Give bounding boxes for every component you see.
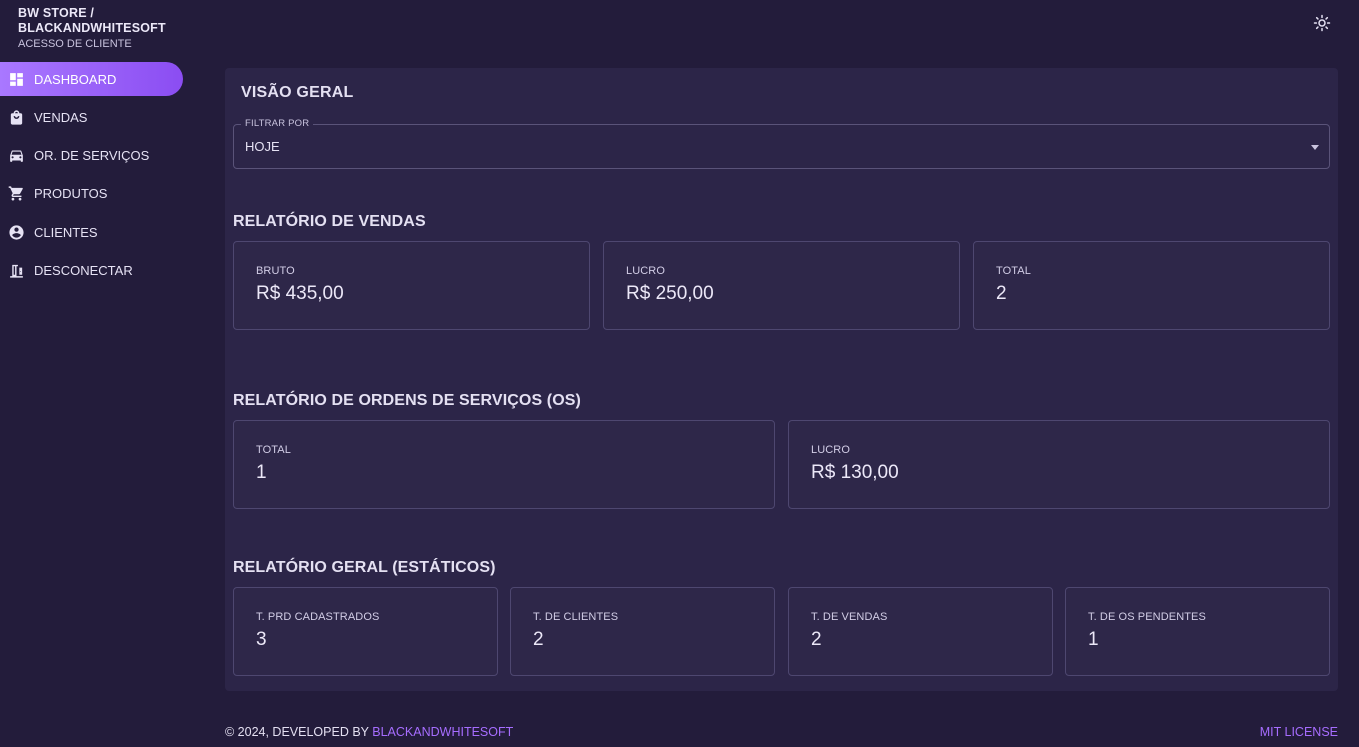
total-sales-card: T. DE VENDAS 2 <box>788 587 1053 676</box>
card-label: T. DE CLIENTES <box>533 611 619 623</box>
brightness-icon[interactable] <box>1313 14 1331 32</box>
sidebar-item-label: PRODUTOS <box>34 186 108 202</box>
brand-title: BW STORE / BLACKANDWHITESOFT <box>18 6 166 35</box>
sidebar-item-clientes[interactable]: CLIENTES <box>0 215 183 249</box>
page-title: VISÃO GERAL <box>241 84 354 101</box>
card-label: LUCRO <box>811 444 851 456</box>
sidebar-item-dashboard[interactable]: DASHBOARD <box>0 62 183 96</box>
brand-subtitle: ACESSO DE CLIENTE <box>18 38 132 50</box>
license-link[interactable]: MIT LICENSE <box>1260 725 1338 739</box>
door-exit-icon <box>8 262 25 279</box>
sales-total-card: TOTAL 2 <box>973 241 1330 330</box>
sales-report-title: RELATÓRIO DE VENDAS <box>233 213 426 230</box>
brand: BW STORE / BLACKANDWHITESOFT ACESSO DE C… <box>18 6 208 51</box>
card-value: 1 <box>1088 629 1099 650</box>
card-value: R$ 130,00 <box>811 462 899 483</box>
developer-link[interactable]: BLACKANDWHITESOFT <box>372 725 513 739</box>
registered-products-card: T. PRD CADASTRADOS 3 <box>233 587 498 676</box>
sidebar-item-label: VENDAS <box>34 109 88 125</box>
shopping-bag-icon <box>8 109 25 126</box>
card-label: TOTAL <box>256 444 291 456</box>
sidebar-item-produtos[interactable]: PRODUTOS <box>0 177 183 211</box>
filter-value: HOJE <box>245 139 280 154</box>
sales-profit-card: LUCRO R$ 250,00 <box>603 241 960 330</box>
footer-credit: © 2024, DEVELOPED BY BLACKANDWHITESOFT <box>225 725 513 739</box>
card-value: 2 <box>533 629 544 650</box>
service-orders-report-title: RELATÓRIO DE ORDENS DE SERVIÇOS (OS) <box>233 392 581 409</box>
sidebar-item-label: DASHBOARD <box>34 71 117 87</box>
card-value: 2 <box>996 283 1007 304</box>
card-value: R$ 435,00 <box>256 283 344 304</box>
sidebar-item-ordens-servico[interactable]: OR. DE SERVIÇOS <box>0 139 183 173</box>
footer-prefix: © 2024, DEVELOPED BY <box>225 725 369 739</box>
sidebar-item-label: DESCONECTAR <box>34 262 133 278</box>
overview-panel: VISÃO GERAL FILTRAR POR HOJE RELATÓRIO D… <box>225 68 1338 691</box>
filter-select[interactable]: FILTRAR POR HOJE <box>233 118 1330 169</box>
card-label: LUCRO <box>626 265 666 277</box>
card-value: R$ 250,00 <box>626 283 714 304</box>
os-total-card: TOTAL 1 <box>233 420 775 509</box>
chevron-down-icon <box>1311 145 1319 150</box>
sidebar-item-desconectar[interactable]: DESCONECTAR <box>0 253 183 287</box>
card-label: BRUTO <box>256 265 295 277</box>
sidebar-item-label: CLIENTES <box>34 224 98 240</box>
os-profit-card: LUCRO R$ 130,00 <box>788 420 1330 509</box>
car-icon <box>8 147 25 164</box>
card-value: 3 <box>256 629 267 650</box>
card-label: T. PRD CADASTRADOS <box>256 611 380 623</box>
sidebar-item-vendas[interactable]: VENDAS <box>0 100 183 134</box>
general-report-title: RELATÓRIO GERAL (ESTÁTICOS) <box>233 559 496 576</box>
card-value: 2 <box>811 629 822 650</box>
sidebar-item-label: OR. DE SERVIÇOS <box>34 148 150 164</box>
cart-icon <box>8 185 25 202</box>
sales-gross-card: BRUTO R$ 435,00 <box>233 241 590 330</box>
filter-label: FILTRAR POR <box>241 118 314 129</box>
card-label: T. DE OS PENDENTES <box>1088 611 1206 623</box>
dashboard-icon <box>8 71 25 88</box>
card-label: TOTAL <box>996 265 1031 277</box>
card-label: T. DE VENDAS <box>811 611 888 623</box>
total-clients-card: T. DE CLIENTES 2 <box>510 587 775 676</box>
card-value: 1 <box>256 462 267 483</box>
account-circle-icon <box>8 224 25 241</box>
pending-os-card: T. DE OS PENDENTES 1 <box>1065 587 1330 676</box>
sidebar-nav: DASHBOARD VENDAS OR. DE SERVIÇOS PRODUTO… <box>0 62 190 292</box>
license-link-wrap: MIT LICENSE <box>1260 725 1338 739</box>
